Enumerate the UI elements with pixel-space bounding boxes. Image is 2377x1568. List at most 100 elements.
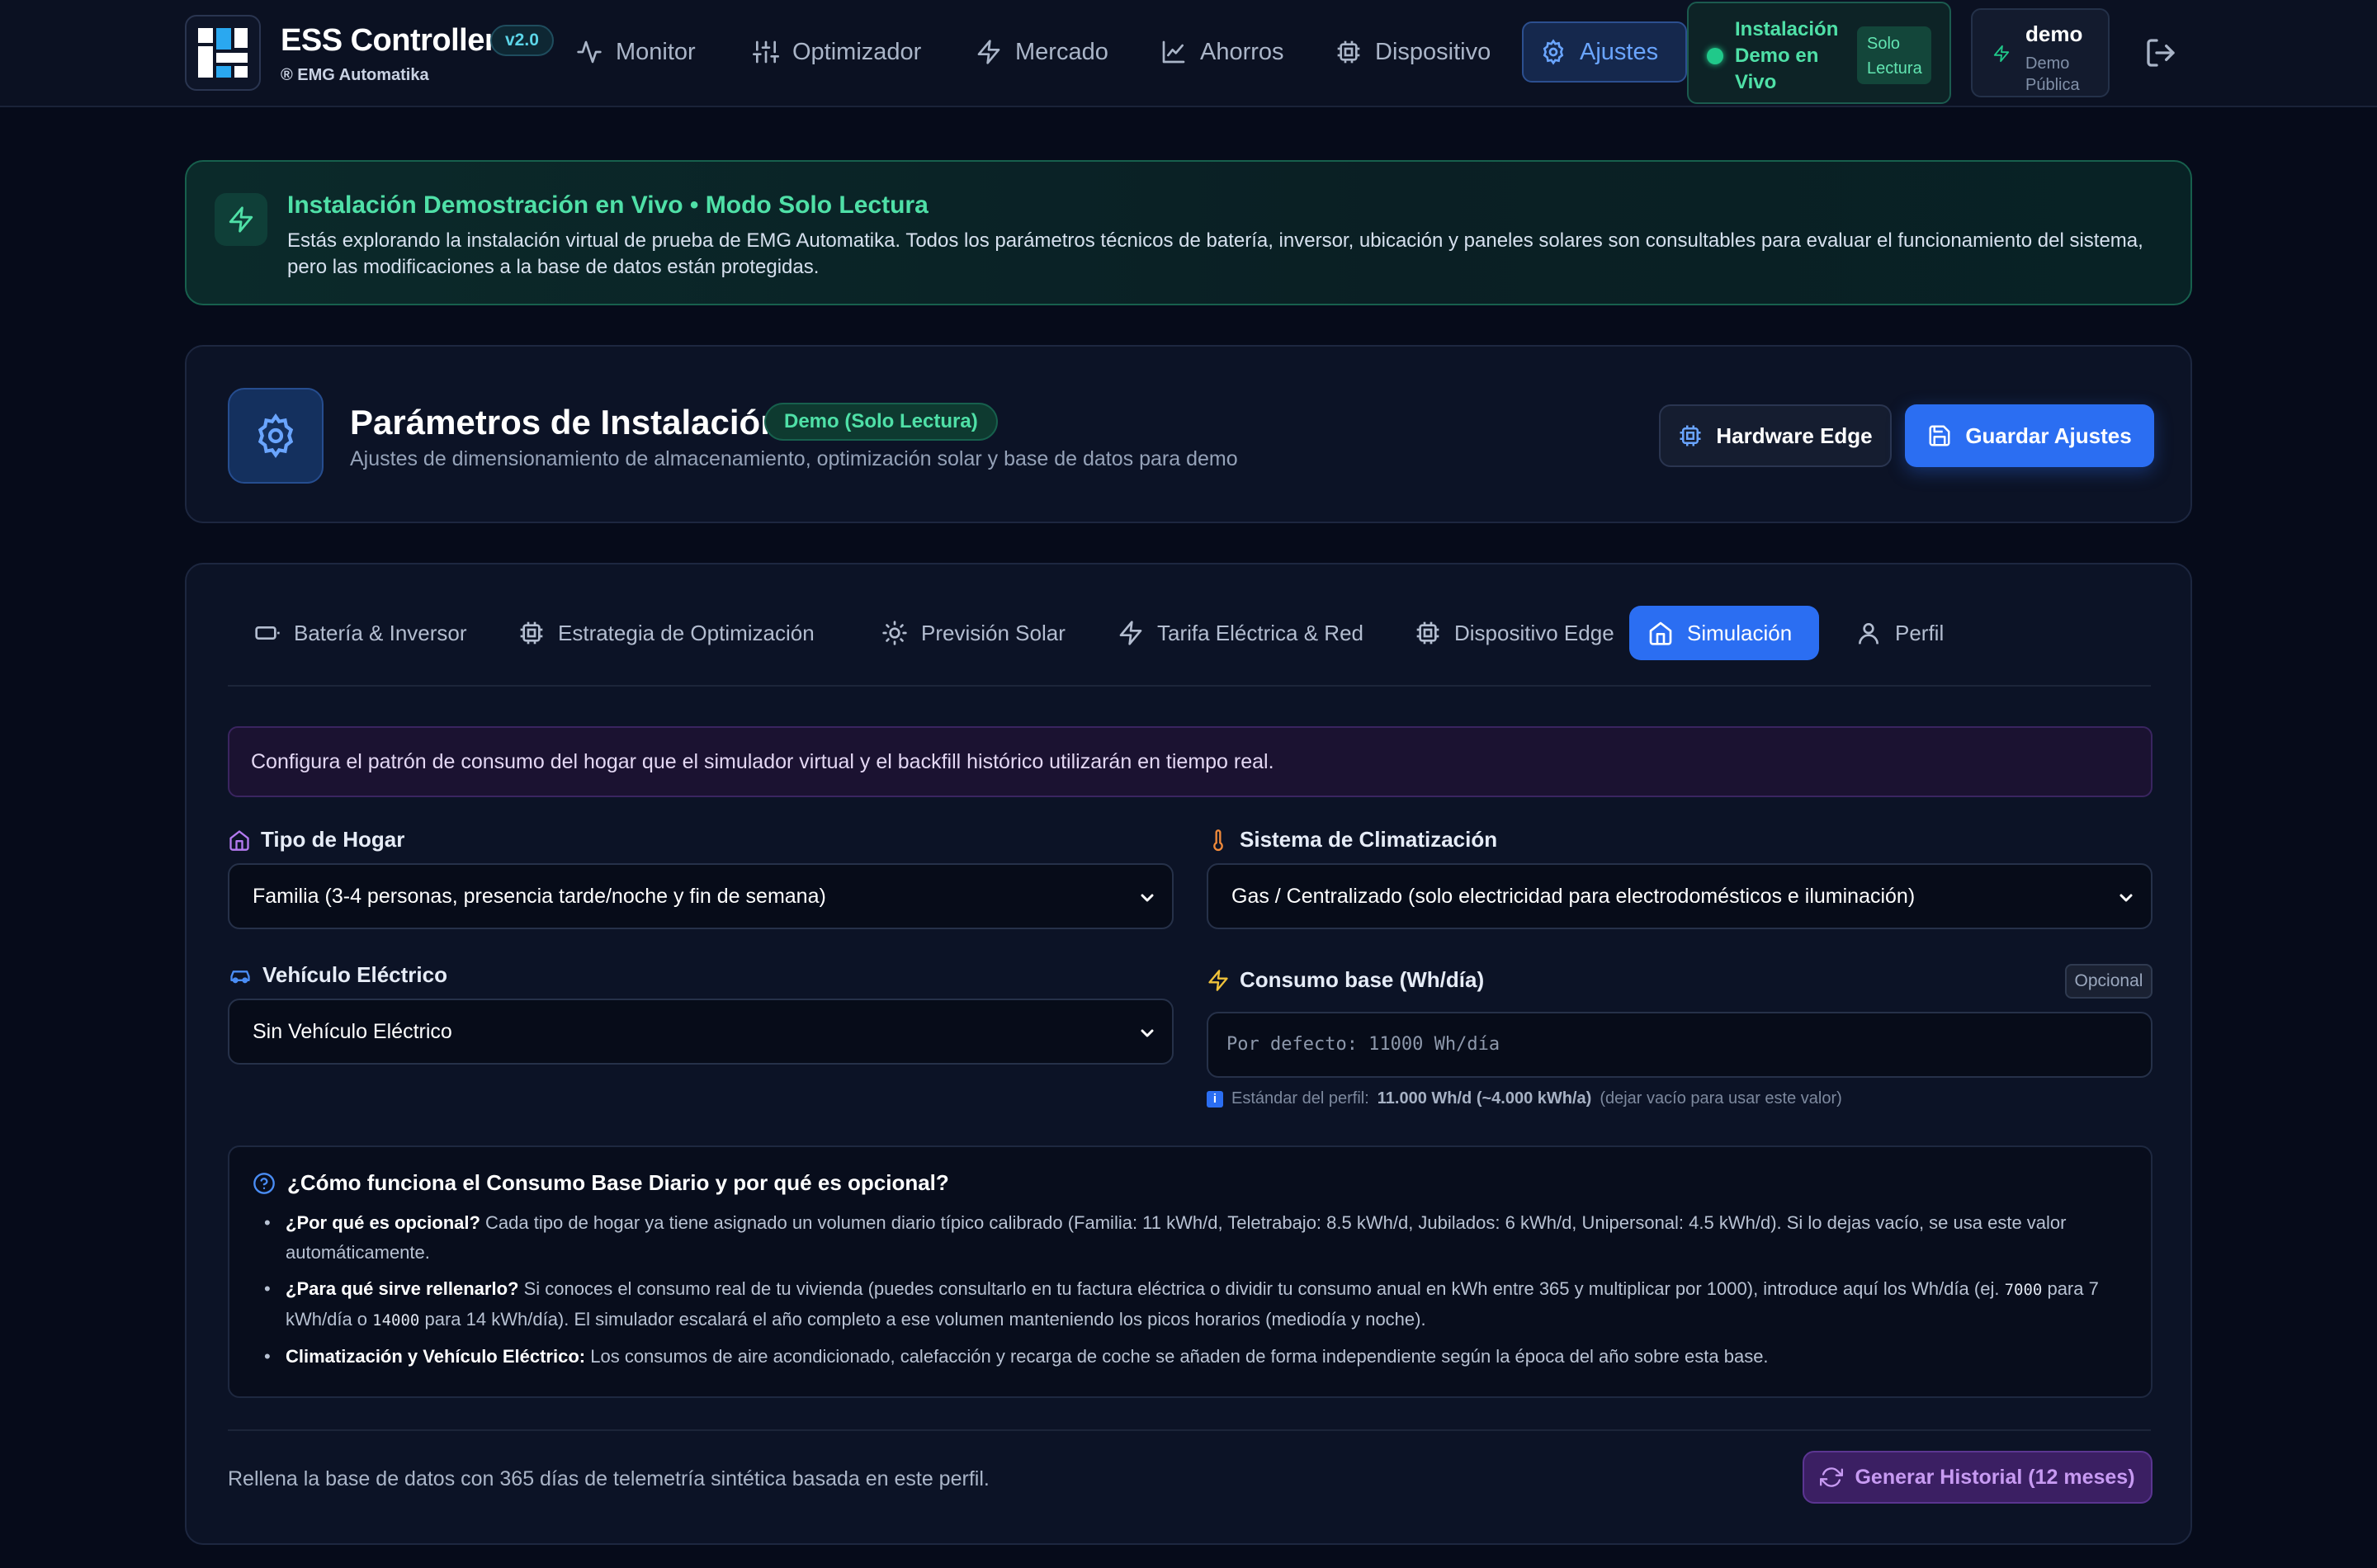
save-icon [1929,425,1950,446]
hardware-edge-button[interactable]: Hardware Edge [1659,404,1892,467]
backfill-description: Rellena la base de datos con 365 días de… [228,1467,990,1490]
nav-label: Ajustes [1580,38,1659,65]
sun-icon [882,621,907,645]
tab-label: Previsión Solar [921,620,1066,645]
cpu-icon [1416,621,1439,645]
demo-status-indicator: Instalación Demo en Vivo Solo Lectura [1687,2,1951,104]
climate-system-select[interactable]: Gas / Centralizado (solo electricidad pa… [1207,863,2153,929]
nav-label: Dispositivo [1375,38,1491,65]
nav-dispositivo[interactable]: Dispositivo [1314,21,1512,83]
app-title: ESS Controller [281,23,497,58]
page-header-card: Parámetros de Instalación Demo (Solo Lec… [185,345,2192,523]
banner-title: Instalación Demostración en Vivo • Modo … [287,191,929,219]
zap-icon [1208,969,1228,991]
tab-dispositivo-edge[interactable]: Dispositivo Edge [1396,606,1633,660]
tab-prevision-solar[interactable]: Previsión Solar [863,606,1084,660]
code-snippet: 7000 [2004,1281,2043,1299]
logout-icon [2147,39,2175,67]
household-type-select[interactable]: Familia (3-4 personas, presencia tarde/n… [228,863,1174,929]
tab-label: Simulación [1687,620,1793,645]
nav-ajustes[interactable]: Ajustes [1522,21,1687,83]
base-consumption-hint: i Estándar del perfil: 11.000 Wh/d (~4.0… [1207,1089,1842,1108]
home-icon [229,829,249,851]
cpu-icon [520,621,543,645]
ev-value: Sin Vehículo Eléctrico [253,1020,452,1043]
optional-badge: Opcional [2065,964,2153,999]
nav-ahorros[interactable]: Ahorros [1139,21,1306,83]
read-only-badge: Solo Lectura [1857,26,1931,84]
faq-item: Climatización y Vehículo Eléctrico: Los … [261,1342,2134,1372]
banner-icon-box [215,193,267,246]
cpu-icon [1680,425,1701,446]
refresh-icon [1820,1467,1844,1487]
nav-monitor[interactable]: Monitor [555,21,717,83]
tab-simulacion[interactable]: Simulación [1629,606,1819,660]
demo-status-text: Instalación Demo en Vivo [1735,18,1839,93]
zap-icon [977,40,1000,64]
base-consumption-label: Consumo base (Wh/día) [1207,967,1484,993]
faq-box: ¿Cómo funciona el Consumo Base Diario y … [228,1145,2153,1398]
tab-label: Batería & Inversor [294,620,467,645]
hint-value: 11.000 Wh/d (~4.000 kWh/a) [1377,1089,1592,1108]
page-title: Parámetros de Instalación [350,403,782,442]
chevron-down-icon [2119,894,2133,902]
nav-optimizador[interactable]: Optimizador [731,21,943,83]
faq-item-text: Los consumos de aire acondicionado, cale… [590,1346,1769,1367]
faq-item: ¿Para qué sirve rellenarlo? Si conoces e… [261,1274,2134,1335]
zap-icon [1119,621,1142,645]
base-consumption-input[interactable]: Por defecto: 11000 Wh/día [1207,1012,2153,1078]
app-subtitle: ® EMG Automatika [281,66,429,84]
code-snippet: 14000 [372,1311,420,1329]
version-badge: v2.0 [490,25,554,56]
faq-item-text: Cada tipo de hogar ya tiene asignado un … [286,1212,2067,1263]
button-label: Guardar Ajustes [1965,423,2132,448]
header-icon-box [228,388,324,484]
button-label: Hardware Edge [1716,423,1873,448]
app-logo[interactable] [185,15,261,91]
hint-suffix: (dejar vacío para usar este valor) [1600,1089,1842,1108]
ev-select[interactable]: Sin Vehículo Eléctrico [228,999,1174,1065]
chevron-down-icon [1141,1029,1154,1037]
faq-item: ¿Por qué es opcional? Cada tipo de hogar… [261,1208,2134,1268]
car-icon [230,970,250,983]
banner-text: Estás explorando la instalación virtual … [287,229,2143,278]
ev-label: Vehículo Eléctrico [228,962,447,988]
nav-label: Ahorros [1200,38,1284,65]
gear-icon [1543,39,1564,65]
logout-button[interactable] [2144,36,2177,69]
nav-label: Monitor [616,38,696,65]
nav-label: Mercado [1015,38,1108,65]
hint-prefix: Estándar del perfil: [1231,1089,1369,1108]
tab-estrategia-optimizacion[interactable]: Estrategia de Optimización [500,606,833,660]
generate-history-button[interactable]: Generar Historial (12 meses) [1803,1451,2153,1504]
faq-item-title: ¿Para qué sirve rellenarlo? [286,1278,519,1299]
tab-bateria-inversor[interactable]: Batería & Inversor [236,606,485,660]
demo-info-banner: Instalación Demostración en Vivo • Modo … [185,160,2192,305]
gear-icon [258,413,294,459]
tab-label: Dispositivo Edge [1454,620,1614,645]
help-circle-icon [253,1172,275,1194]
save-settings-button[interactable]: Guardar Ajustes [1905,404,2154,467]
button-label: Generar Historial (12 meses) [1855,1465,2135,1489]
sliders-icon [753,40,779,64]
read-only-badge: Demo (Solo Lectura) [764,403,998,441]
field-label: Vehículo Eléctrico [262,962,447,987]
cpu-icon [1337,40,1360,64]
thermometer-icon [1213,829,1223,851]
tab-label: Perfil [1895,620,1945,645]
logo-icon [198,28,248,78]
tab-label: Estrategia de Optimización [558,620,815,645]
line-chart-icon [1162,40,1185,64]
tab-tarifa-electrica[interactable]: Tarifa Eléctrica & Red [1099,606,1382,660]
nav-mercado[interactable]: Mercado [954,21,1130,83]
faq-item-title: Climatización y Vehículo Eléctrico: [286,1346,586,1367]
info-icon: i [1207,1090,1223,1108]
user-menu[interactable]: demo Demo Pública [1971,8,2110,97]
faq-item-text: para 14 kWh/día). El simulador escalará … [424,1309,1426,1329]
household-type-label: Tipo de Hogar [228,827,404,852]
settings-panel: Batería & Inversor Estrategia de Optimiz… [185,563,2192,1545]
nav-label: Optimizador [792,38,922,65]
home-icon [1649,621,1672,645]
tab-divider [228,685,2151,687]
tab-perfil[interactable]: Perfil [1837,606,1962,660]
